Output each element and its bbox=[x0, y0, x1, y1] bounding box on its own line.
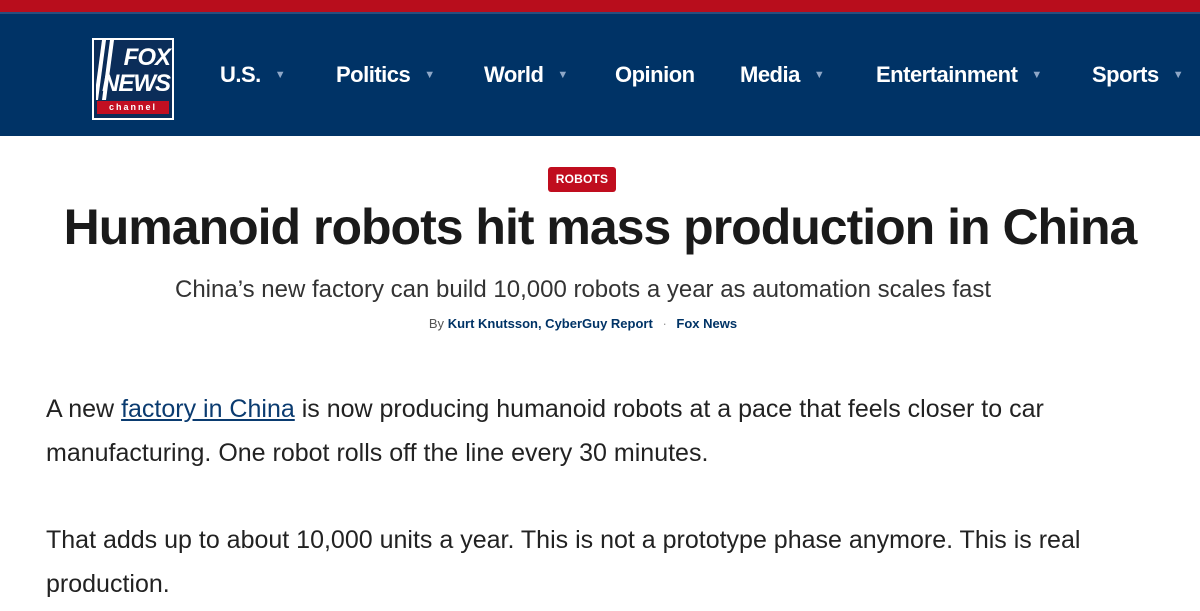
byline-separator: · bbox=[662, 316, 667, 331]
nav-item-world[interactable]: World ▼ bbox=[484, 62, 568, 88]
nav-item-sports[interactable]: Sports ▼ bbox=[1092, 62, 1184, 88]
article-subtitle: China’s new factory can build 10,000 rob… bbox=[174, 276, 992, 303]
nav-item-label: Entertainment bbox=[876, 62, 1018, 87]
chevron-down-icon: ▼ bbox=[557, 69, 568, 81]
header-red-stripe bbox=[0, 0, 1200, 12]
fox-news-logo[interactable]: FOX NEWS channel bbox=[92, 38, 174, 120]
logo-word-fox: FOX bbox=[123, 44, 171, 71]
article-title: Humanoid robots hit mass production in C… bbox=[63, 199, 1138, 255]
nav-item-label: Opinion bbox=[615, 62, 695, 87]
chevron-down-icon: ▼ bbox=[813, 69, 825, 81]
nav-item-label: World bbox=[484, 62, 544, 87]
author-link[interactable]: Kurt Knutsson, CyberGuy Report bbox=[448, 316, 653, 331]
nav-item-opinion[interactable]: Opinion bbox=[615, 62, 695, 88]
logo-word-news: NEWS bbox=[102, 70, 171, 97]
byline-prefix: By bbox=[428, 316, 445, 331]
source-link[interactable]: Fox News bbox=[676, 316, 737, 331]
logo-word-channel: channel bbox=[97, 101, 169, 114]
nav-item-politics[interactable]: Politics ▼ bbox=[336, 62, 435, 88]
nav-item-us[interactable]: U.S. ▼ bbox=[220, 62, 286, 88]
byline: By Kurt Knutsson, CyberGuy Report · Fox … bbox=[0, 316, 1166, 331]
nav-item-label: Media bbox=[740, 62, 800, 87]
chevron-down-icon: ▼ bbox=[1031, 69, 1042, 81]
nav-item-media[interactable]: Media ▼ bbox=[740, 62, 825, 88]
chevron-down-icon: ▼ bbox=[1172, 69, 1184, 81]
category-badge[interactable]: ROBOTS bbox=[548, 167, 616, 192]
factory-in-china-link[interactable]: factory in China bbox=[121, 395, 295, 423]
nav-item-label: U.S. bbox=[220, 62, 261, 87]
nav-item-entertainment[interactable]: Entertainment ▼ bbox=[876, 62, 1042, 88]
nav-item-label: Politics bbox=[336, 62, 411, 87]
chevron-down-icon: ▼ bbox=[424, 69, 435, 81]
chevron-down-icon: ▼ bbox=[274, 69, 286, 81]
site-header: FOX NEWS channel U.S. ▼ Politics ▼ World… bbox=[0, 0, 1200, 136]
paragraph-text: A new bbox=[46, 395, 122, 423]
nav-item-label: Sports bbox=[1092, 62, 1159, 87]
article-paragraph-2: That adds up to about 10,000 units a yea… bbox=[46, 526, 1081, 598]
article-paragraph-1: A new factory in China is now producing … bbox=[46, 387, 1166, 475]
header-divider bbox=[0, 12, 1200, 14]
